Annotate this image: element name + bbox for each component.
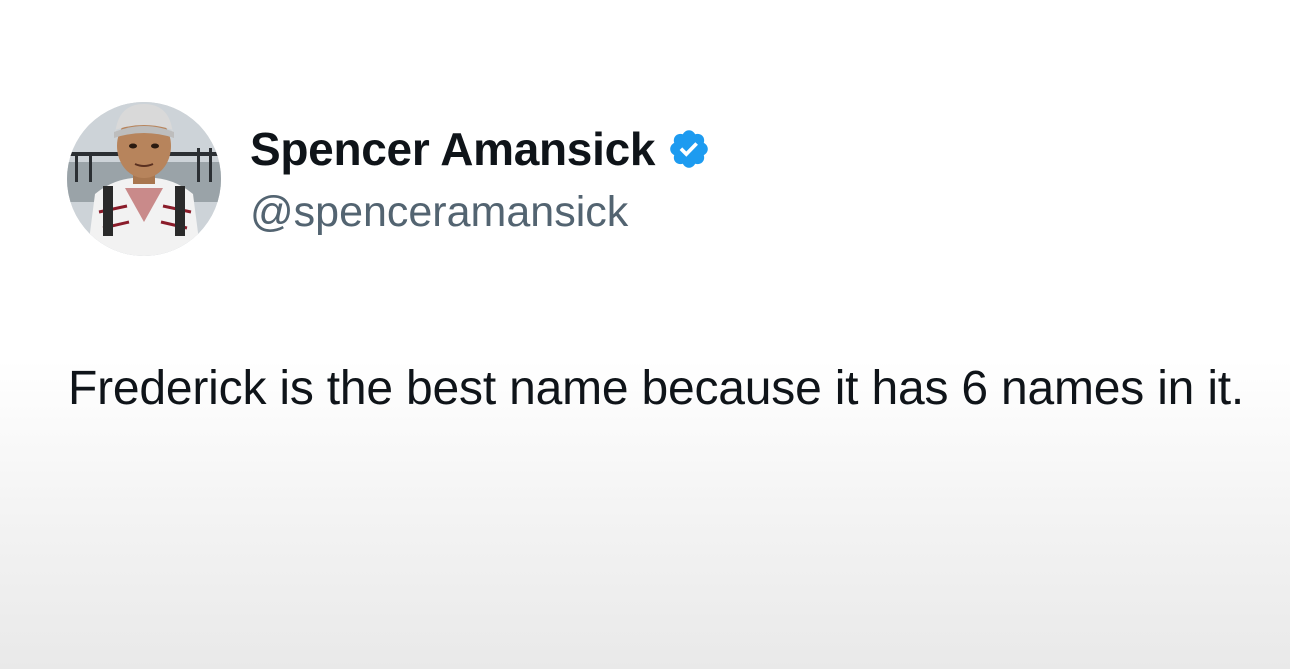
avatar[interactable] <box>67 102 221 256</box>
tweet-card: Spencer Amansick @spenceramansick Freder… <box>0 0 1290 669</box>
verified-badge-icon <box>667 127 711 171</box>
avatar-photo-icon <box>67 102 221 256</box>
tweet-text: Frederick is the best name because it ha… <box>68 362 1245 415</box>
user-handle[interactable]: @spenceramansick <box>250 188 711 237</box>
author-info: Spencer Amansick @spenceramansick <box>250 118 711 237</box>
display-name[interactable]: Spencer Amansick <box>250 122 655 176</box>
name-row: Spencer Amansick <box>250 118 711 180</box>
